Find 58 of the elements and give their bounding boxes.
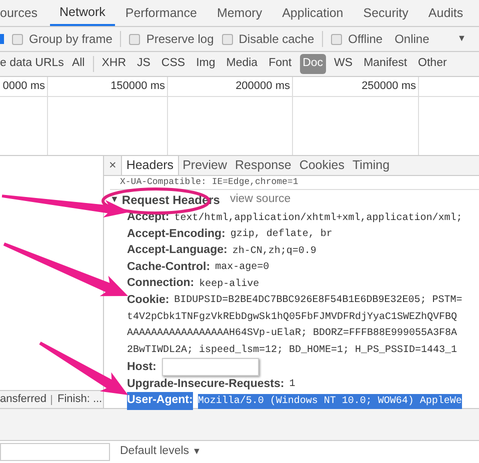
detail-tab[interactable]: Timing (348, 156, 394, 175)
header-name[interactable]: Accept-Encoding: (127, 226, 226, 244)
panel-tab[interactable]: Memory (206, 0, 272, 26)
header-name[interactable]: Connection: (127, 275, 194, 293)
checkbox[interactable] (331, 34, 342, 44)
header-value: t4V2pCbk1TNFgzVkREbDgwSk1hQ05FbFJMVDFRdjYyaC1SWEZhQVFBQ (127, 310, 458, 324)
header-value: Mozilla/5.0 (Windows NT 10.0; WOW64) AppleWe (198, 394, 462, 408)
checkbox-option[interactable]: Group by frame (12, 30, 112, 48)
header-name[interactable]: Host: (127, 358, 156, 376)
header-value: text/html,application/xhtml+xml,application/xml; (174, 210, 462, 226)
type-filter[interactable]: XHR (98, 54, 129, 74)
finish-label: Finish: ... (57, 392, 102, 408)
timeline-tick: 150000 ms (110, 79, 165, 94)
header-name[interactable]: Upgrade-Insecure-Requests: (127, 376, 284, 394)
type-filter[interactable]: Other (415, 54, 450, 74)
levels-dropdown[interactable]: Default levels ▼ (120, 443, 202, 461)
checkbox-option[interactable]: Preserve log (129, 30, 214, 48)
hide-data-urls-label: e data URLs (0, 56, 64, 72)
detail-tab[interactable]: Headers (121, 156, 179, 175)
header-value: zh-CN,zh;q=0.9 (232, 244, 316, 258)
header-name[interactable]: Accept-Language: (127, 242, 228, 260)
checkbox[interactable] (129, 34, 140, 44)
header-name[interactable]: Cookie: (127, 292, 170, 310)
panel-tab[interactable]: ources (0, 0, 50, 26)
checkbox-option[interactable]: Disable cache (222, 30, 314, 48)
detail-tab[interactable]: Preview (178, 156, 232, 175)
type-filter[interactable]: WS (331, 54, 356, 74)
panel-tab[interactable]: Security (353, 0, 418, 26)
console-filter-field[interactable] (0, 443, 110, 461)
header-value: keep-alive (199, 276, 260, 292)
close-button[interactable]: × (104, 156, 122, 175)
view-source-link[interactable]: view source (230, 191, 291, 208)
timeline-tick: 0000 ms (2, 79, 45, 94)
type-filter[interactable]: JS (134, 54, 154, 74)
type-filter[interactable]: Manifest (360, 54, 410, 74)
type-filter[interactable]: Media (223, 54, 261, 74)
header-name[interactable]: User-Agent: (127, 392, 193, 410)
panel-tab[interactable]: Performance (115, 0, 207, 26)
expand-toggle[interactable]: ▼ (110, 193, 119, 206)
type-filter[interactable]: CSS (158, 54, 188, 74)
header-line: X-UA-Compatible: IE=Edge,chrome=1 (110, 176, 479, 190)
type-filter[interactable]: Img (193, 54, 218, 74)
type-filter[interactable]: Font (266, 54, 295, 74)
dropdown-arrow-icon[interactable]: ▼ (457, 32, 466, 46)
detail-tab[interactable]: Response (231, 156, 296, 175)
transferred-label: ansferred (0, 392, 46, 408)
panel-tab[interactable]: Application (272, 0, 354, 26)
checkbox[interactable] (12, 34, 23, 44)
type-filter[interactable]: All (68, 54, 88, 74)
detail-tab[interactable]: Cookies (295, 156, 348, 175)
header-value: 2BwTIWDL2A; ispeed_lsm=12; BD_HOME=1; H_PS_PSSID=1443_1 (127, 342, 458, 358)
timeline-tick: 250000 ms (362, 79, 416, 94)
timeline-tick: 200000 ms (236, 79, 290, 94)
checkbox[interactable] (222, 34, 233, 44)
header-name[interactable]: Cache-Control: (127, 258, 210, 276)
throttling-dropdown[interactable]: Online (394, 30, 430, 48)
checkbox-option[interactable]: Offline (331, 30, 383, 48)
panel-tab[interactable]: Audits (418, 0, 474, 26)
